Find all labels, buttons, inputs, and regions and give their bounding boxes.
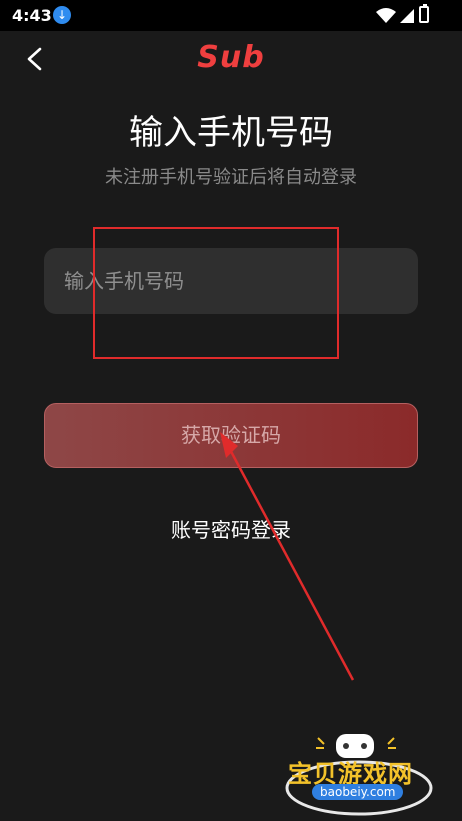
wifi-icon	[376, 8, 396, 23]
status-bar: 4:43 ↓	[0, 0, 462, 31]
get-verification-code-button[interactable]: 获取验证码	[44, 403, 418, 468]
password-login-link[interactable]: 账号密码登录	[0, 514, 462, 543]
battery-icon	[419, 4, 429, 23]
watermark-logo: 宝贝游戏网 baobeiy.com	[284, 726, 434, 816]
status-time: 4:43	[12, 6, 52, 25]
page-subtitle: 未注册手机号验证后将自动登录	[105, 167, 357, 188]
cell-signal-icon	[400, 9, 414, 23]
brand-logo: Sub	[197, 40, 265, 75]
watermark-url: baobeiy.com	[312, 784, 404, 800]
download-icon: ↓	[53, 6, 71, 24]
page-title: 输入手机号码	[129, 113, 333, 153]
phone-number-input[interactable]	[44, 248, 418, 314]
